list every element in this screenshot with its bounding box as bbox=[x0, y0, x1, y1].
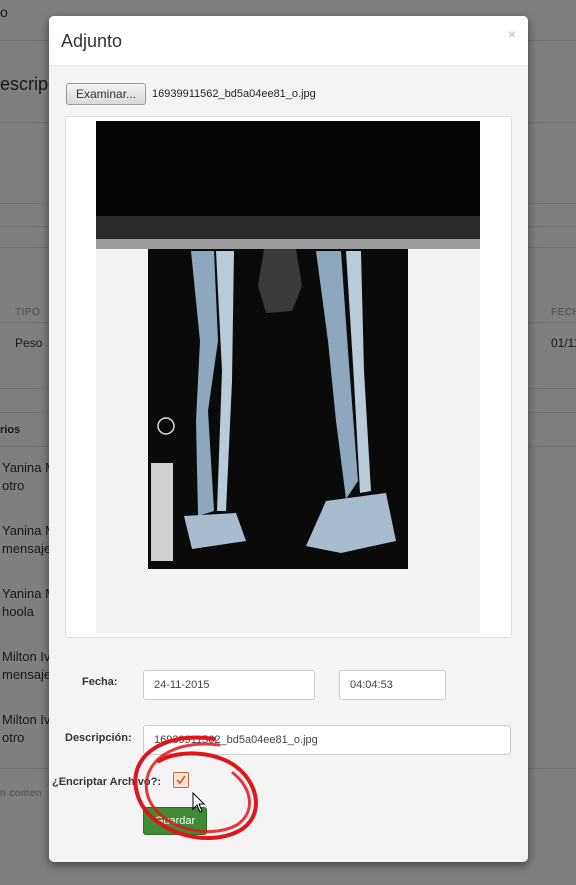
xray-image-icon bbox=[96, 121, 480, 633]
check-icon bbox=[176, 775, 186, 785]
close-icon[interactable]: × bbox=[508, 26, 516, 42]
encrypt-checkbox[interactable] bbox=[173, 772, 189, 788]
modal-title: Adjunto bbox=[61, 31, 123, 51]
file-picker: Examinar... 16939911562_bd5a04ee81_o.jpg bbox=[66, 83, 316, 105]
modal-header: Adjunto × bbox=[49, 16, 528, 66]
selected-file-name: 16939911562_bd5a04ee81_o.jpg bbox=[152, 88, 316, 100]
description-field[interactable]: 16939911562_bd5a04ee81_o.jpg bbox=[143, 725, 511, 755]
description-label: Descripción: bbox=[65, 732, 132, 744]
image-preview bbox=[65, 116, 512, 638]
attachment-modal: Adjunto × Examinar... 16939911562_bd5a04… bbox=[49, 16, 528, 862]
encrypt-label: ¿Encriptar Archivo?: bbox=[52, 776, 161, 788]
browse-button[interactable]: Examinar... bbox=[66, 83, 147, 105]
date-label: Fecha: bbox=[82, 676, 118, 688]
mouse-pointer-icon bbox=[192, 792, 206, 813]
time-field[interactable]: 04:04:53 bbox=[339, 670, 446, 700]
date-field[interactable]: 24-11-2015 bbox=[143, 670, 315, 700]
